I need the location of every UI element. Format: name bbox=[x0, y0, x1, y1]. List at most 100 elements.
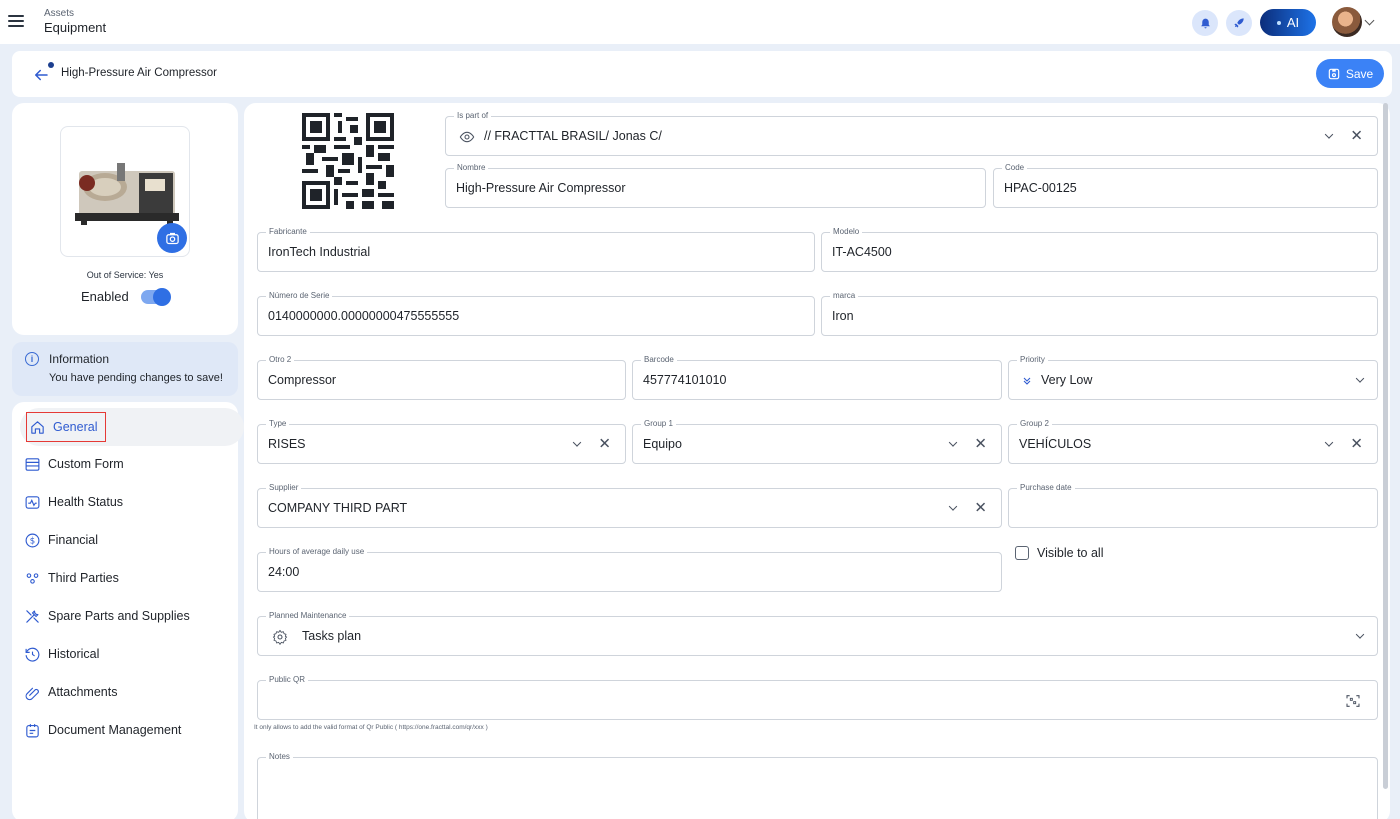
planned-maintenance-select[interactable]: Planned Maintenance Tasks plan bbox=[257, 611, 1378, 656]
modelo-label: Modelo bbox=[830, 227, 863, 237]
nav-item-financial[interactable]: $ Financial bbox=[24, 524, 98, 556]
modelo-field[interactable]: Modelo IT-AC4500 bbox=[821, 227, 1378, 272]
document-icon bbox=[26, 723, 39, 737]
enabled-toggle[interactable] bbox=[140, 287, 171, 306]
public-qr-label: Public QR bbox=[266, 675, 309, 685]
hours-daily-use-field[interactable]: Hours of average daily use 24:00 bbox=[257, 547, 1002, 592]
nav-item-general[interactable]: General bbox=[26, 412, 107, 442]
nav-item-spare-parts[interactable]: Spare Parts and Supplies bbox=[24, 600, 190, 632]
purchase-date-label: Purchase date bbox=[1017, 483, 1075, 493]
nav-item-attachments[interactable]: Attachments bbox=[24, 676, 117, 708]
eye-icon[interactable] bbox=[459, 129, 475, 145]
type-select[interactable]: Type RISES ✕ bbox=[257, 419, 626, 464]
hours-daily-use-value: 24:00 bbox=[268, 565, 300, 579]
group1-label: Group 1 bbox=[641, 419, 676, 429]
purchase-date-field[interactable]: Purchase date bbox=[1008, 483, 1378, 528]
notes-field[interactable]: Notes bbox=[257, 752, 1378, 819]
breadcrumb-parent[interactable]: Assets bbox=[44, 9, 106, 19]
nombre-field[interactable]: Nombre High-Pressure Air Compressor bbox=[445, 163, 986, 208]
chevron-down-icon[interactable] bbox=[1325, 130, 1334, 139]
out-of-service-status: Out of Service: Yes bbox=[86, 270, 164, 280]
info-icon: i bbox=[25, 352, 39, 366]
group2-label: Group 2 bbox=[1017, 419, 1052, 429]
is-part-of-value: // FRACTTAL BRASIL/ Jonas C/ bbox=[484, 129, 662, 143]
clear-icon[interactable]: ✕ bbox=[974, 437, 987, 452]
public-qr-helper-text: It only allows to add the valid format o… bbox=[254, 724, 488, 731]
code-field[interactable]: Code HPAC-00125 bbox=[993, 163, 1378, 208]
fabricante-label: Fabricante bbox=[266, 227, 310, 237]
nav-item-historical[interactable]: Historical bbox=[24, 638, 99, 670]
clear-icon[interactable]: ✕ bbox=[974, 501, 987, 516]
supplier-value: COMPANY THIRD PART bbox=[268, 501, 408, 515]
group1-select[interactable]: Group 1 Equipo ✕ bbox=[632, 419, 1002, 464]
supplier-select[interactable]: Supplier COMPANY THIRD PART ✕ bbox=[257, 483, 1002, 528]
nav-item-label: Spare Parts and Supplies bbox=[48, 609, 190, 623]
clear-icon[interactable]: ✕ bbox=[598, 437, 611, 452]
nav-item-label: Attachments bbox=[48, 685, 118, 699]
enabled-label: Enabled bbox=[81, 289, 129, 304]
chevron-down-icon[interactable] bbox=[573, 438, 582, 447]
nav-item-health-status[interactable]: Health Status bbox=[24, 486, 123, 518]
marca-value: Iron bbox=[832, 309, 854, 323]
quick-launch-button[interactable] bbox=[1226, 10, 1252, 36]
hours-daily-use-label: Hours of average daily use bbox=[266, 547, 368, 557]
priority-label: Priority bbox=[1017, 355, 1048, 365]
back-button[interactable] bbox=[32, 62, 54, 84]
asset-card: Out of Service: Yes Enabled bbox=[12, 103, 238, 335]
fabricante-field[interactable]: Fabricante IronTech Industrial bbox=[257, 227, 815, 272]
nav-item-custom-form[interactable]: Custom Form bbox=[24, 448, 124, 480]
clear-icon[interactable]: ✕ bbox=[1350, 437, 1363, 452]
chevron-down-icon[interactable] bbox=[949, 502, 958, 511]
nav-item-label: Third Parties bbox=[48, 571, 119, 585]
gear-icon bbox=[272, 629, 288, 645]
ai-assistant-button[interactable]: AI bbox=[1260, 9, 1316, 36]
serial-number-label: Número de Serie bbox=[266, 291, 333, 301]
people-icon bbox=[26, 572, 39, 584]
nav-item-label: Custom Form bbox=[48, 457, 124, 471]
nav-item-third-parties[interactable]: Third Parties bbox=[24, 562, 119, 594]
serial-number-field[interactable]: Número de Serie 0140000000.0000000047555… bbox=[257, 291, 815, 336]
avatar[interactable] bbox=[1332, 7, 1362, 37]
chevron-down-icon[interactable] bbox=[1364, 15, 1375, 26]
is-part-of-label: Is part of bbox=[454, 111, 492, 121]
nav-item-label: Document Management bbox=[48, 723, 182, 737]
scrollbar[interactable] bbox=[1383, 103, 1388, 789]
code-label: Code bbox=[1002, 163, 1028, 173]
notifications-button[interactable] bbox=[1192, 10, 1218, 36]
priority-value: Very Low bbox=[1041, 373, 1093, 387]
marca-field[interactable]: marca Iron bbox=[821, 291, 1378, 336]
camera-icon bbox=[165, 232, 179, 244]
paperclip-icon bbox=[25, 687, 39, 700]
arrow-left-icon bbox=[35, 69, 48, 81]
visible-to-all-checkbox[interactable] bbox=[1015, 546, 1029, 560]
dollar-icon: $ bbox=[25, 533, 40, 547]
public-qr-field[interactable]: Public QR bbox=[257, 675, 1378, 720]
nombre-label: Nombre bbox=[454, 163, 489, 173]
group2-select[interactable]: Group 2 VEHÍCULOS ✕ bbox=[1008, 419, 1378, 464]
page-title: High-Pressure Air Compressor bbox=[61, 67, 217, 79]
info-title: Information bbox=[49, 352, 110, 366]
qr-scan-icon[interactable] bbox=[1345, 693, 1361, 709]
code-value: HPAC-00125 bbox=[1004, 181, 1077, 195]
notes-label: Notes bbox=[266, 752, 293, 762]
nav-item-document-management[interactable]: Document Management bbox=[24, 714, 181, 746]
barcode-field[interactable]: Barcode 457774101010 bbox=[632, 355, 1002, 400]
chevron-down-icon[interactable] bbox=[1355, 374, 1365, 383]
section-nav: General Custom Form Health Status $ Fina… bbox=[12, 402, 244, 819]
chevron-down-icon[interactable] bbox=[1325, 438, 1334, 447]
barcode-label: Barcode bbox=[641, 355, 677, 365]
group1-value: Equipo bbox=[643, 437, 682, 451]
information-banner: i Information You have pending changes t… bbox=[12, 342, 238, 396]
clear-icon[interactable]: ✕ bbox=[1350, 129, 1363, 144]
planned-maintenance-value: Tasks plan bbox=[302, 629, 362, 643]
otro2-field[interactable]: Otro 2 Compressor bbox=[257, 355, 626, 400]
priority-select[interactable]: Priority Very Low bbox=[1008, 355, 1378, 400]
camera-button[interactable] bbox=[157, 223, 187, 253]
is-part-of-field[interactable]: Is part of // FRACTTAL BRASIL/ Jonas C/ … bbox=[445, 111, 1378, 156]
chevron-down-icon[interactable] bbox=[1355, 630, 1365, 639]
save-button[interactable]: Save bbox=[1316, 59, 1384, 88]
menu-icon[interactable] bbox=[6, 12, 26, 30]
chevron-down-icon[interactable] bbox=[949, 438, 958, 447]
nav-item-label: General bbox=[53, 420, 98, 434]
breadcrumb: Assets Equipment bbox=[44, 9, 106, 35]
